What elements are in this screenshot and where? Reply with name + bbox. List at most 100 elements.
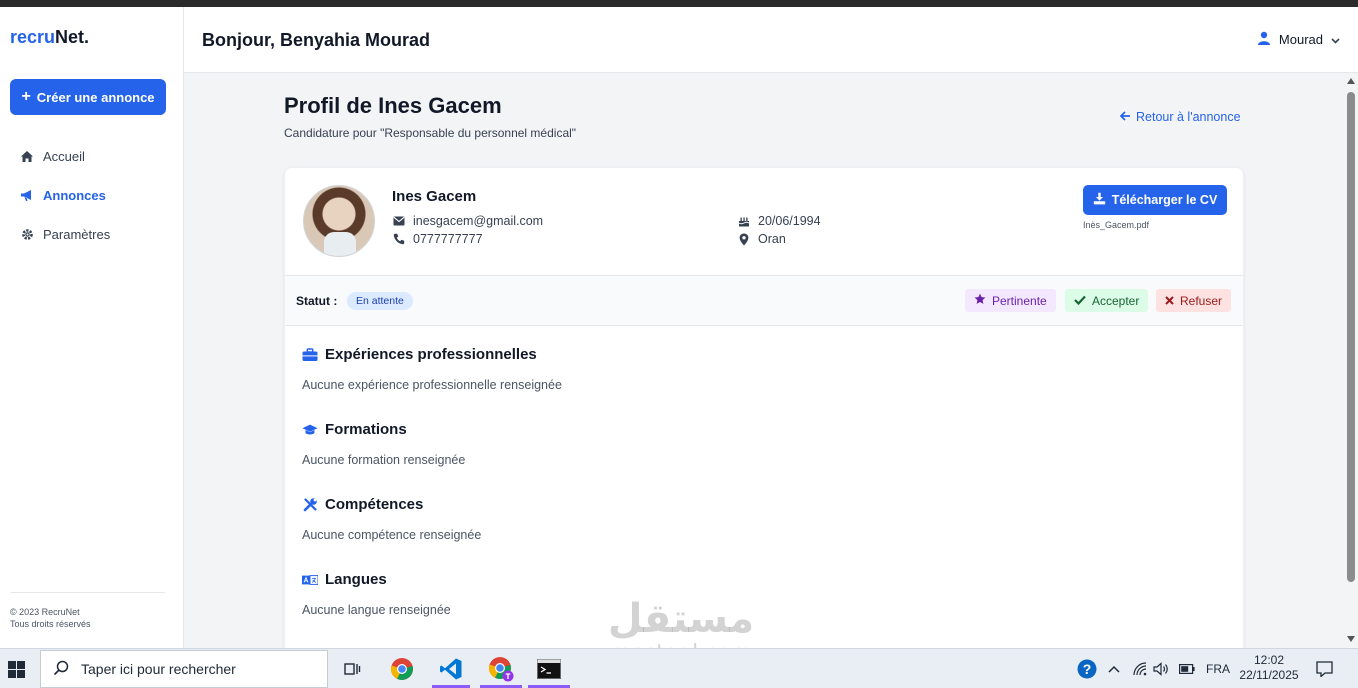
back-link-label: Retour à l'annonce — [1136, 110, 1241, 124]
page-title: Profil de Ines Gacem — [284, 93, 502, 118]
section-empty-text: Aucune formation renseignée — [302, 453, 466, 467]
create-announcement-button[interactable]: + Créer une annonce — [10, 79, 166, 115]
candidate-profile: Ines Gacem inesgacem@gmail.com 077777777… — [285, 168, 1243, 276]
section-langues: Langues Aucune langue renseignée — [302, 571, 451, 617]
candidate-avatar — [303, 185, 375, 257]
refuse-button[interactable]: Refuser — [1156, 289, 1232, 312]
section-title: Langues — [325, 571, 387, 588]
search-placeholder: Taper ici pour rechercher — [81, 661, 236, 677]
check-icon — [1074, 294, 1086, 308]
scroll-thumb[interactable] — [1347, 92, 1355, 582]
pertinent-label: Pertinente — [992, 293, 1047, 308]
graduation-cap-icon — [302, 422, 318, 438]
section-empty-text: Aucune langue renseignée — [302, 603, 451, 617]
terminal-icon[interactable] — [536, 656, 562, 682]
cv-file-name: Inès_Gacem.pdf — [1083, 220, 1150, 230]
download-cv-label: Télécharger le CV — [1111, 193, 1218, 207]
input-language-indicator[interactable]: FRA — [1206, 649, 1230, 688]
section-empty-text: Aucune expérience professionnelle rensei… — [302, 378, 562, 392]
section-competences: Compétences Aucune compétence renseignée — [302, 496, 481, 542]
help-icon[interactable]: ? — [1077, 649, 1097, 688]
page-scrollbar[interactable] — [1344, 74, 1358, 648]
sidebar: recruNet. + Créer une annonce Accueil An… — [0, 7, 184, 648]
candidate-city: Oran — [737, 232, 786, 246]
main-content: Profil de Ines Gacem Candidature pour "R… — [184, 74, 1344, 648]
city-text: Oran — [758, 232, 786, 246]
megaphone-icon — [20, 189, 34, 203]
notifications-icon[interactable] — [1316, 649, 1333, 688]
candidate-name: Ines Gacem — [392, 188, 477, 205]
scroll-up-arrow[interactable] — [1347, 78, 1355, 84]
window-top-strip — [0, 0, 1358, 7]
status-label: Statut : — [296, 294, 338, 308]
system-clock[interactable]: 12:02 22/11/2025 — [1238, 653, 1300, 683]
phone-icon — [392, 233, 405, 246]
brand-part1: recru — [10, 27, 56, 47]
section-experiences: Expériences professionnelles Aucune expé… — [302, 346, 562, 392]
back-to-announcement-link[interactable]: Retour à l'annonce — [1119, 110, 1241, 124]
sidebar-item-accueil[interactable]: Accueil — [0, 137, 184, 176]
windows-start-icon[interactable] — [8, 661, 25, 678]
chrome-profile-icon[interactable] — [488, 656, 514, 682]
top-header: Bonjour, Benyahia Mourad Mourad — [184, 7, 1358, 73]
vscode-icon[interactable] — [438, 656, 464, 682]
accept-button[interactable]: Accepter — [1065, 289, 1149, 312]
gear-icon — [20, 228, 34, 242]
chevron-down-icon — [1331, 32, 1340, 47]
candidate-birthdate: 20/06/1994 — [737, 214, 821, 228]
sidebar-item-label: Paramètres — [43, 227, 111, 242]
section-title: Expériences professionnelles — [325, 346, 537, 363]
scroll-down-arrow[interactable] — [1347, 636, 1355, 642]
candidate-card: Ines Gacem inesgacem@gmail.com 077777777… — [284, 167, 1244, 648]
user-menu[interactable]: Mourad — [1257, 31, 1340, 48]
download-icon — [1093, 192, 1106, 208]
watermark-arabic: مستقل — [607, 596, 755, 642]
chevron-up-icon[interactable] — [1108, 649, 1120, 688]
birthday-cake-icon — [737, 215, 750, 228]
section-formations: Formations Aucune formation renseignée — [302, 421, 465, 467]
chrome-icon[interactable] — [389, 656, 415, 682]
sidebar-footer: © 2023 RecruNet Tous droits réservés — [10, 606, 91, 630]
svg-text:?: ? — [1083, 661, 1092, 677]
mark-pertinent-button[interactable]: Pertinente — [965, 289, 1056, 312]
download-cv-button[interactable]: Télécharger le CV — [1083, 185, 1227, 215]
sidebar-divider — [10, 592, 165, 593]
network-icon[interactable] — [1133, 649, 1147, 688]
greeting-title: Bonjour, Benyahia Mourad — [202, 30, 431, 50]
refuse-label: Refuser — [1180, 293, 1223, 308]
create-announcement-label: Créer une annonce — [36, 89, 155, 105]
map-marker-icon — [737, 233, 750, 246]
birthdate-text: 20/06/1994 — [758, 214, 821, 228]
language-icon — [302, 572, 318, 588]
sidebar-nav: Accueil Annonces Paramètres — [0, 137, 184, 254]
envelope-icon — [392, 215, 405, 228]
arrow-left-icon — [1119, 110, 1131, 124]
clock-date: 22/11/2025 — [1239, 668, 1299, 682]
section-title: Formations — [325, 421, 407, 438]
brand-logo[interactable]: recruNet. — [10, 27, 89, 48]
candidate-email: inesgacem@gmail.com — [392, 214, 543, 228]
star-icon — [974, 293, 986, 308]
brand-part2: Net. — [55, 27, 90, 47]
taskbar-search[interactable]: Taper ici pour rechercher — [40, 650, 328, 688]
plus-icon: + — [21, 88, 31, 105]
phone-text: 0777777777 — [413, 232, 483, 246]
volume-icon[interactable] — [1153, 649, 1170, 688]
user-name: Mourad — [1278, 32, 1323, 47]
briefcase-icon — [302, 347, 318, 363]
task-view-icon[interactable] — [339, 656, 365, 682]
sidebar-item-annonces[interactable]: Annonces — [0, 176, 184, 215]
status-badge: En attente — [347, 292, 413, 310]
clock-time: 12:02 — [1253, 653, 1285, 667]
accept-label: Accepter — [1092, 293, 1140, 308]
home-icon — [20, 150, 34, 164]
rights-text: Tous droits réservés — [10, 619, 91, 629]
status-bar: Statut : En attente Pertinente Accepter … — [285, 276, 1243, 326]
tools-icon — [302, 497, 318, 513]
section-empty-text: Aucune compétence renseignée — [302, 528, 482, 542]
battery-icon[interactable] — [1179, 649, 1195, 688]
sidebar-item-label: Annonces — [43, 188, 106, 203]
search-icon — [53, 660, 69, 679]
sidebar-item-parametres[interactable]: Paramètres — [0, 215, 184, 254]
copyright-text: © 2023 RecruNet — [10, 607, 80, 617]
